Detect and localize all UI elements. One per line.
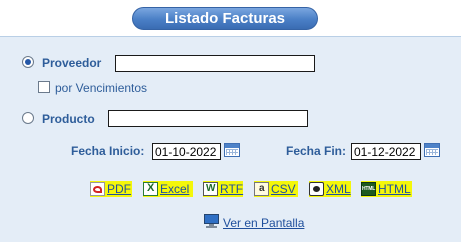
- xml-icon: [309, 182, 324, 196]
- excel-icon: [143, 182, 158, 196]
- ver-en-pantalla-link[interactable]: Ver en Pantalla: [223, 216, 304, 230]
- calendar-icon[interactable]: [224, 143, 240, 157]
- export-excel-button[interactable]: Excel: [143, 181, 193, 197]
- export-html-button[interactable]: HTML: [361, 181, 412, 197]
- fecha-inicio-label: Fecha Inicio:: [71, 144, 145, 158]
- word-icon: [203, 182, 218, 196]
- producto-input[interactable]: [108, 110, 308, 127]
- pdf-icon: [90, 182, 105, 196]
- fecha-fin-input[interactable]: [351, 143, 421, 160]
- producto-label: Producto: [42, 112, 95, 126]
- calendar-icon[interactable]: [424, 143, 440, 157]
- vencimientos-checkbox[interactable]: [38, 81, 50, 93]
- monitor-icon[interactable]: [204, 214, 219, 228]
- export-pdf-button[interactable]: PDF: [90, 181, 132, 197]
- proveedor-input[interactable]: [115, 55, 315, 72]
- export-rtf-button[interactable]: RTF: [203, 181, 243, 197]
- export-xml-button[interactable]: XML: [309, 181, 351, 197]
- producto-radio[interactable]: [22, 112, 34, 124]
- csv-icon: [254, 182, 269, 196]
- fecha-fin-label: Fecha Fin:: [286, 144, 347, 158]
- proveedor-radio[interactable]: [22, 56, 34, 68]
- vencimientos-label: por Vencimientos: [55, 81, 148, 95]
- html-icon: [361, 182, 376, 196]
- proveedor-label: Proveedor: [42, 56, 102, 70]
- fecha-inicio-input[interactable]: [152, 143, 221, 160]
- export-csv-button[interactable]: CSV: [254, 181, 298, 197]
- page-title: Listado Facturas: [132, 7, 318, 30]
